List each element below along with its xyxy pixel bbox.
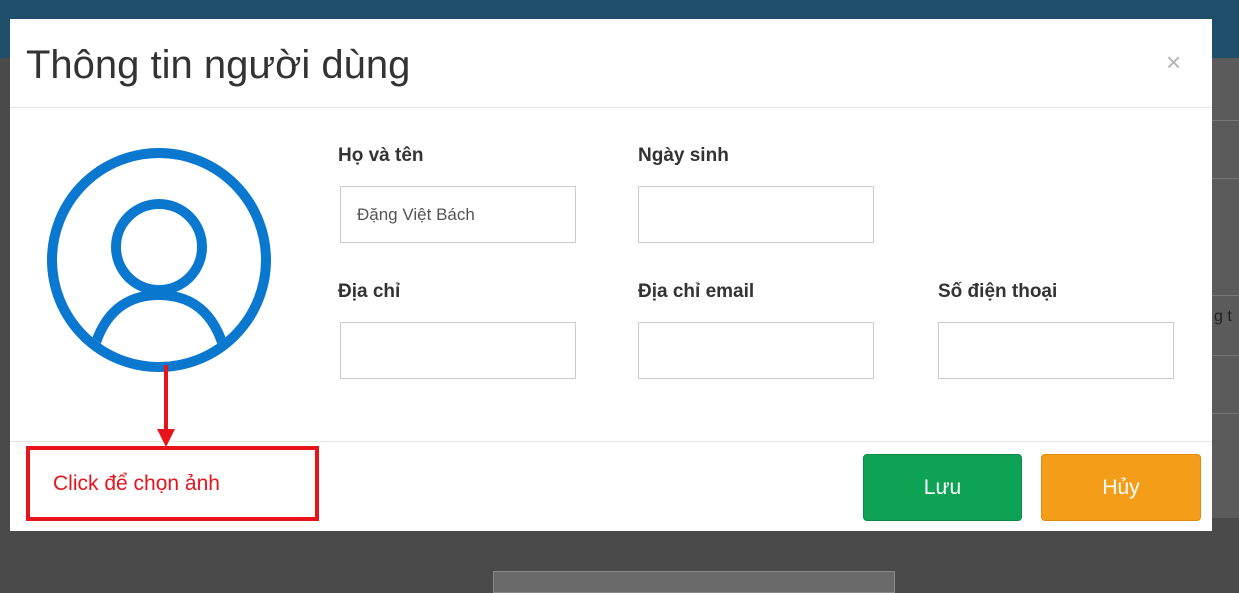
user-info-modal: Thông tin người dùng × Họ và tên Ngày si… [10, 19, 1212, 531]
background-input [493, 571, 895, 593]
background-text-fragment: g t [1214, 308, 1232, 325]
avatar-upload[interactable] [44, 145, 274, 375]
cancel-button[interactable]: Hủy [1041, 454, 1201, 521]
email-label: Địa chỉ email [638, 281, 755, 302]
birthday-input[interactable] [638, 186, 874, 243]
modal-header: Thông tin người dùng × [10, 19, 1212, 108]
arrow-down-icon [157, 365, 175, 447]
address-label: Địa chỉ [338, 281, 401, 302]
user-avatar-icon [47, 148, 271, 372]
modal-title: Thông tin người dùng [26, 43, 411, 87]
background-page-edge: g t [1212, 58, 1239, 518]
fullname-input[interactable] [340, 186, 576, 243]
save-button[interactable]: Lưu [863, 454, 1022, 521]
birthday-label: Ngày sinh [638, 145, 729, 166]
fullname-label: Họ và tên [338, 145, 424, 166]
choose-image-annotation: Click để chọn ảnh [26, 446, 319, 521]
phone-label: Số điện thoại [938, 281, 1058, 302]
email-input[interactable] [638, 322, 874, 379]
close-icon[interactable]: × [1166, 49, 1181, 75]
phone-input[interactable] [938, 322, 1174, 379]
modal-footer-divider [10, 441, 1212, 442]
address-input[interactable] [340, 322, 576, 379]
